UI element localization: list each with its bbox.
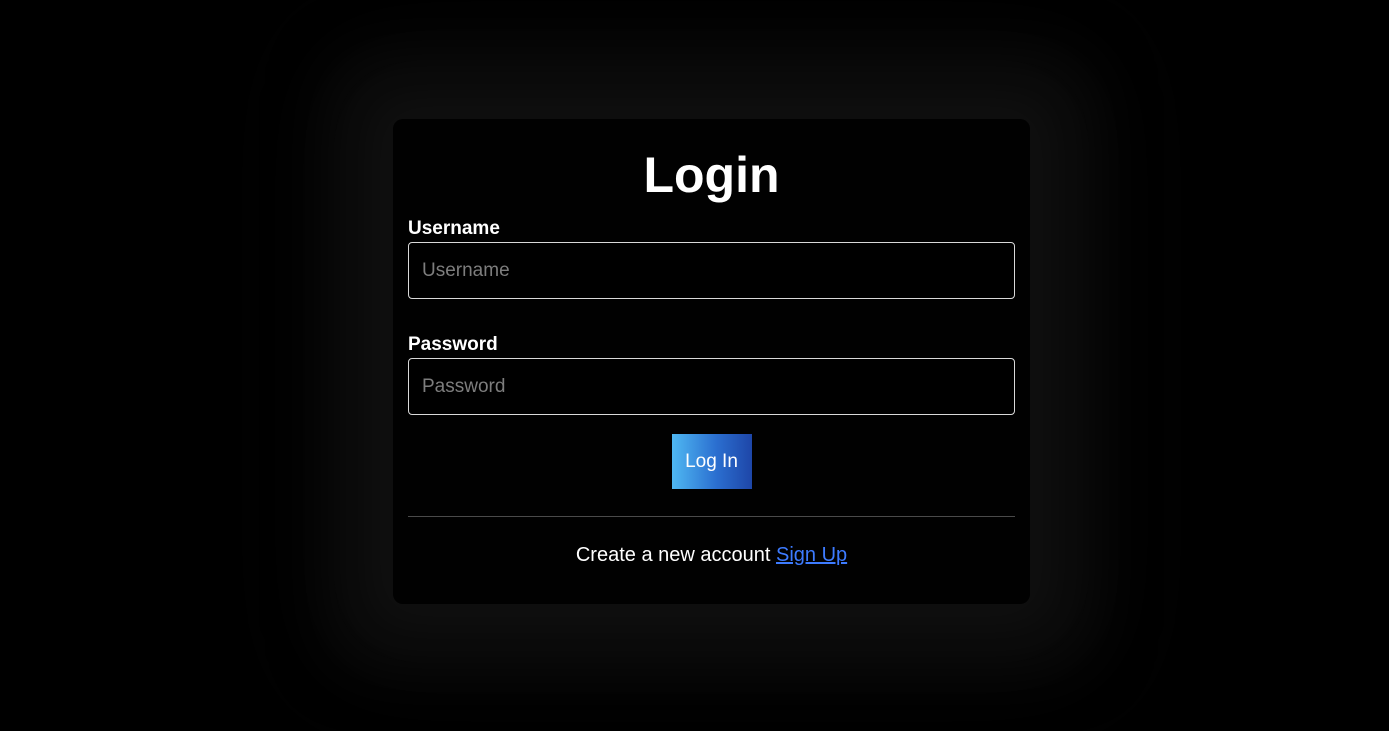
signup-prompt: Create a new account: [575, 544, 771, 566]
login-button[interactable]: Log In: [671, 434, 752, 489]
password-label: Password: [408, 334, 498, 355]
password-input[interactable]: [408, 358, 1015, 415]
signup-link[interactable]: Sign Up: [776, 544, 847, 566]
page-title: Login: [643, 147, 780, 203]
username-label: Username: [408, 218, 500, 239]
login-card: Login Username Password Log In Create a …: [393, 119, 1030, 604]
password-group: Password: [408, 334, 1015, 415]
submit-row: Log In: [408, 434, 1015, 489]
username-group: Username: [408, 218, 1015, 299]
signup-row: Create a new account Sign Up: [408, 543, 1015, 567]
divider: [408, 516, 1015, 517]
page-background: Login Username Password Log In Create a …: [0, 0, 1389, 731]
username-input[interactable]: [408, 242, 1015, 299]
